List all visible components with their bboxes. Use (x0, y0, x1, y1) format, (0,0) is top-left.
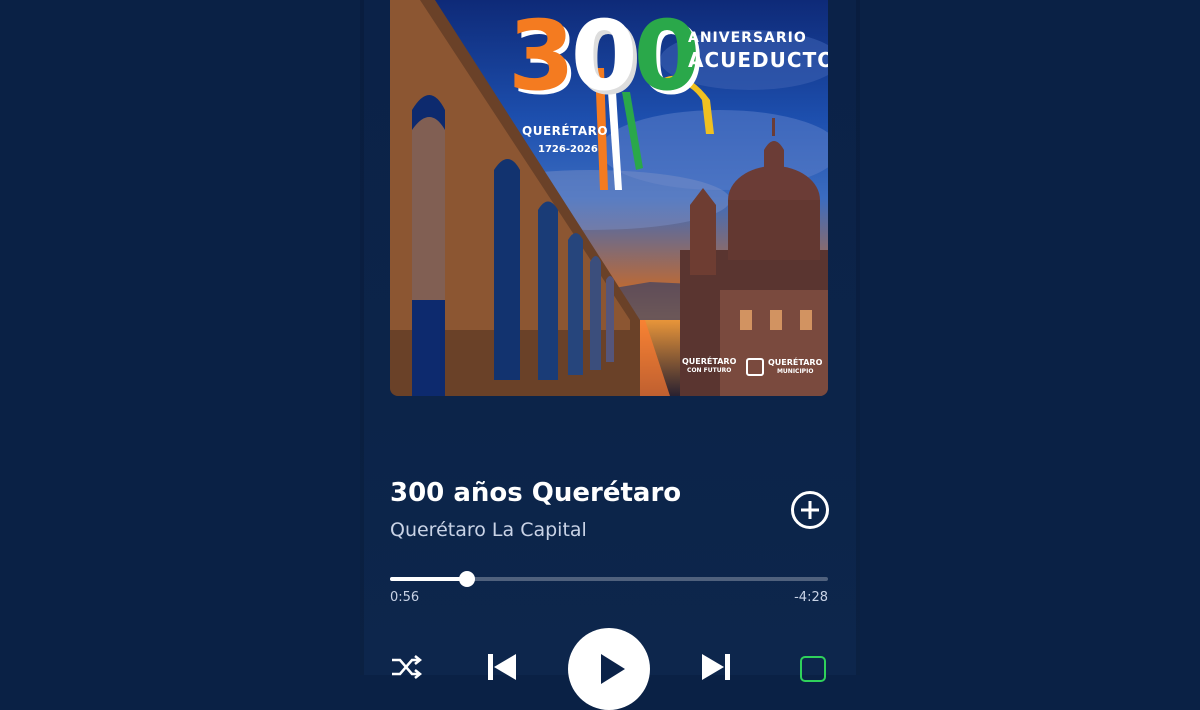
progress-fill (390, 577, 468, 581)
logo-aniversario: ANIVERSARIO (688, 30, 807, 46)
repeat-button[interactable] (800, 656, 826, 682)
elapsed-time: 0:56 (390, 590, 420, 605)
previous-button[interactable] (486, 652, 518, 682)
play-button[interactable] (568, 628, 650, 710)
next-button[interactable] (700, 652, 732, 682)
skip-previous-icon (488, 654, 516, 680)
badge-queretaro-municipio: QUERÉTARO MUNICIPIO (746, 358, 822, 376)
progress-bar[interactable] (390, 571, 828, 587)
badge-queretaro-futuro: QUERÉTARO CON FUTURO (682, 357, 737, 374)
logo-years: 1726-2026 (538, 144, 598, 155)
track-title: 300 años Querétaro (390, 478, 682, 508)
logo-300: 300 (508, 0, 700, 112)
logo-acueducto: ACUEDUCTO (688, 48, 828, 72)
shuffle-icon (392, 655, 423, 679)
logo-city: QUERÉTARO (522, 124, 609, 138)
progress-handle[interactable] (459, 571, 476, 587)
now-playing-screen: 300 ANIVERSARIO ACUEDUCTO QUERÉTARO 1726… (360, 0, 860, 710)
track-artist[interactable]: Querétaro La Capital (390, 519, 587, 541)
skip-next-icon (702, 654, 730, 680)
add-to-library-button[interactable] (791, 491, 829, 529)
seal-icon (746, 358, 764, 376)
album-art: 300 ANIVERSARIO ACUEDUCTO QUERÉTARO 1726… (390, 0, 828, 396)
remaining-time: -4:28 (794, 590, 828, 605)
shuffle-button[interactable] (390, 655, 423, 679)
